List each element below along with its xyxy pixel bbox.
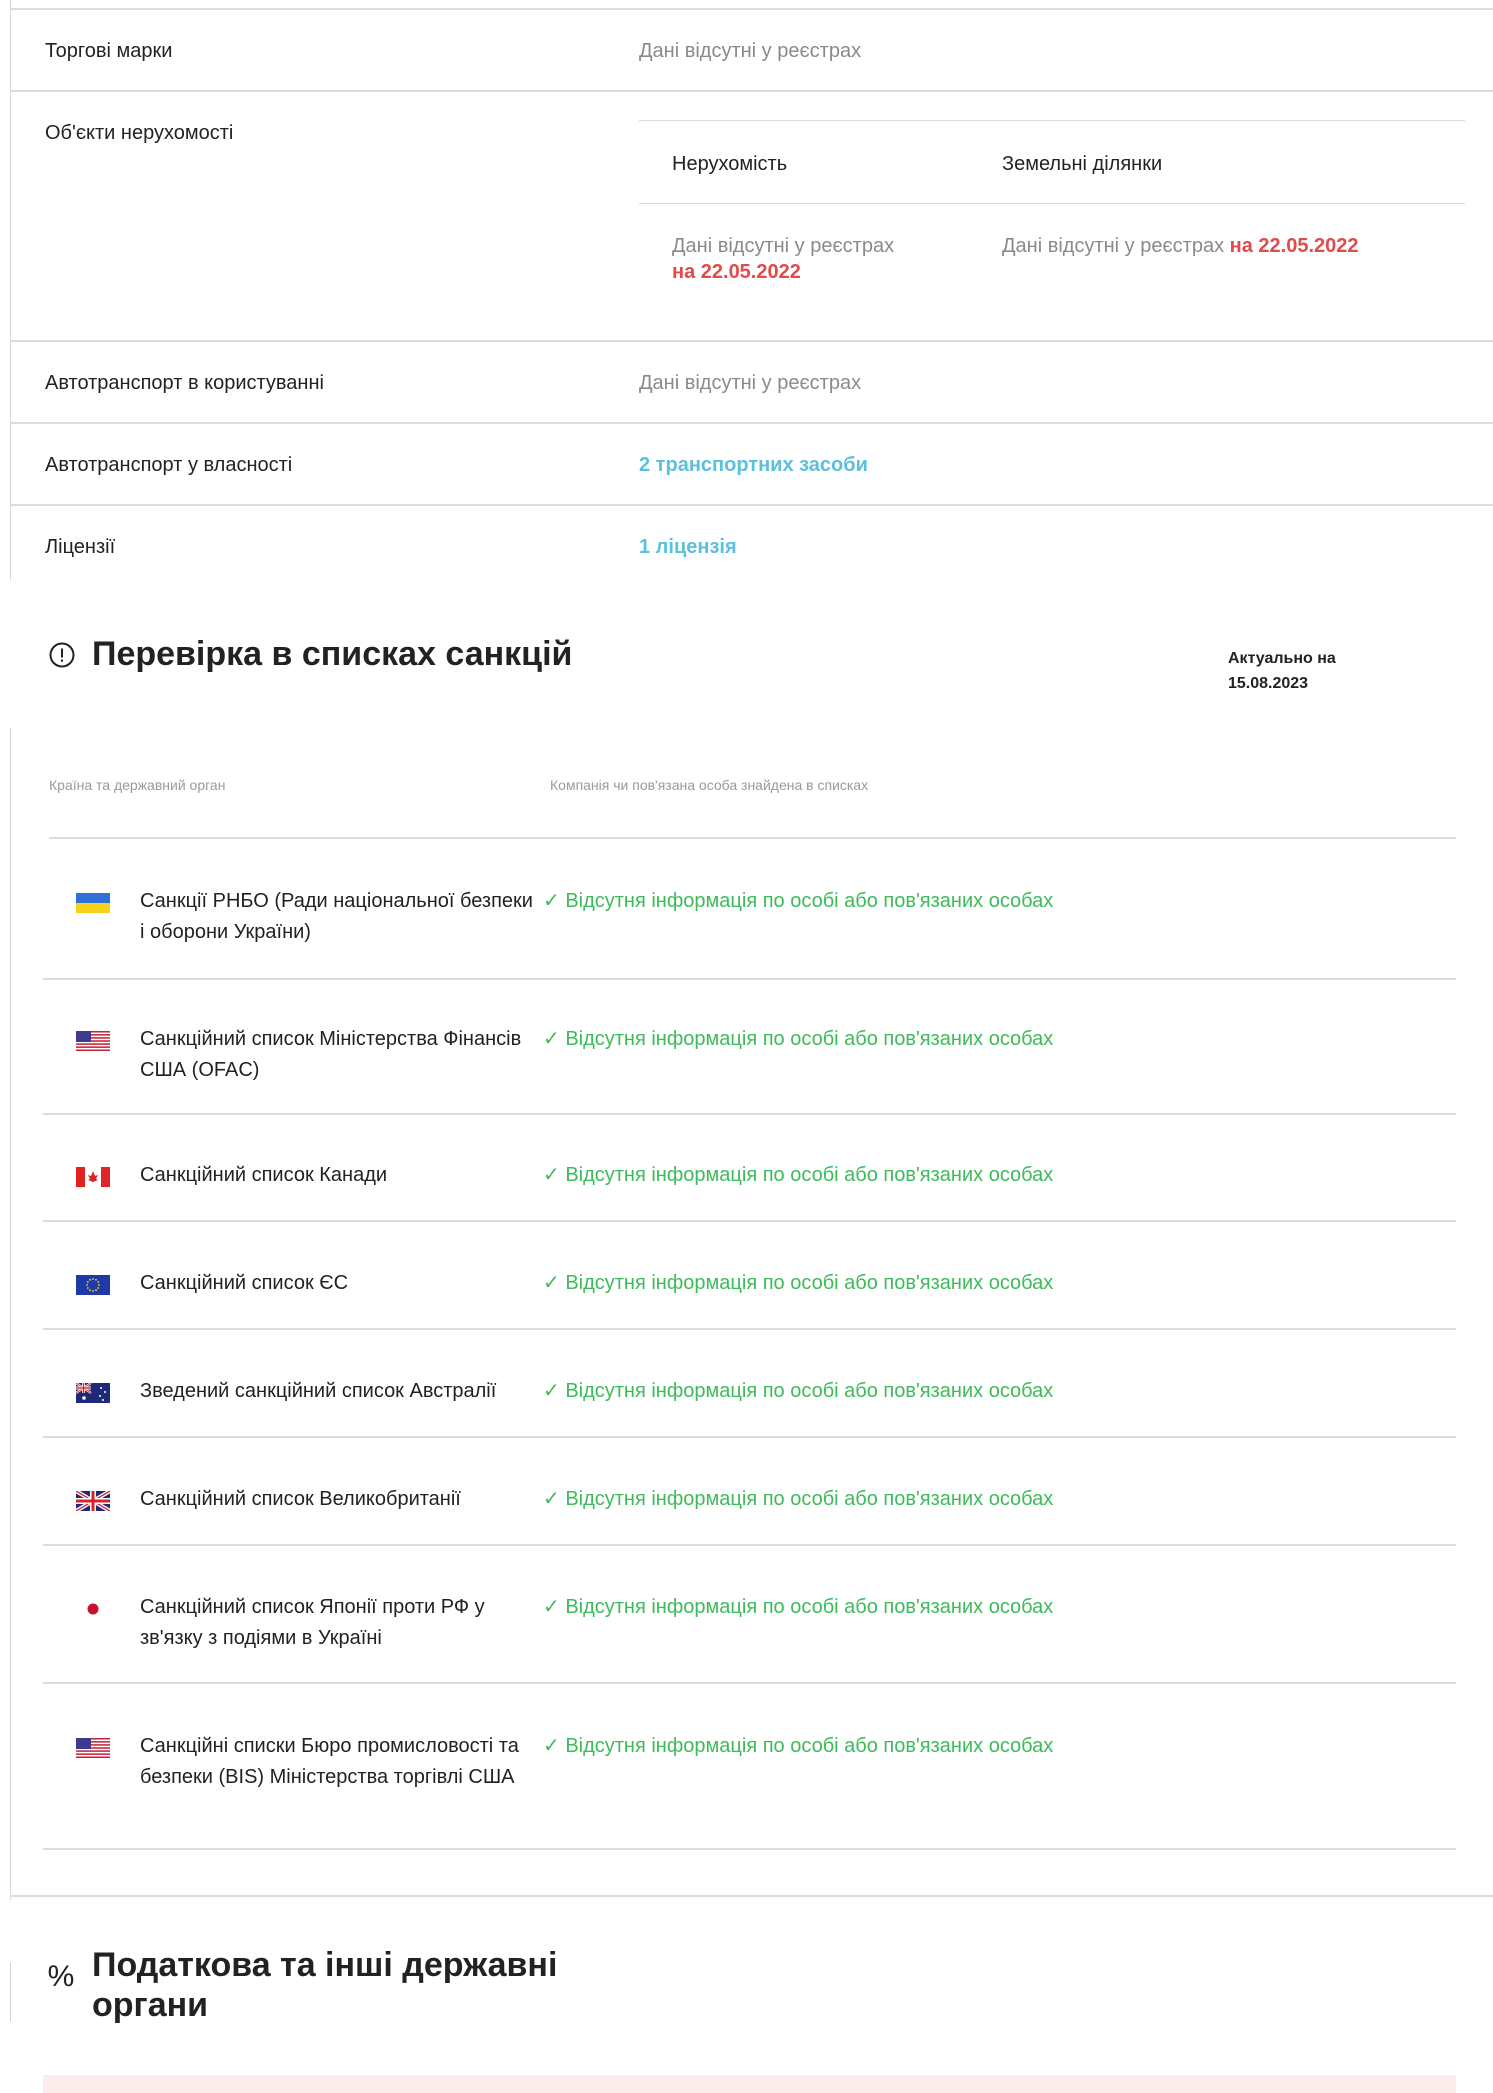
actual-date: Актуально на 15.08.2023	[1228, 650, 1336, 692]
real-estate-label: Об'єкти нерухомості	[45, 122, 234, 144]
divider	[10, 422, 1493, 424]
vehicles-own-link[interactable]: 2 транспортних засоби	[639, 454, 868, 477]
sanction-list-name: Санкційний список ЄС	[140, 1272, 349, 1294]
licenses-link[interactable]: 1 ліцензія	[639, 536, 737, 559]
trademarks-value: Дані відсутні у реєстрах	[639, 40, 862, 62]
sanction-list-name: Санкції РНБО (Ради національної безпеки …	[140, 890, 533, 943]
trademarks-label: Торгові марки	[45, 40, 173, 62]
usa-flag-icon	[76, 1031, 110, 1051]
vehicles-own-label: Автотранспорт у власності	[45, 454, 293, 476]
divider	[43, 1220, 1456, 1222]
col-header-found: Компанія чи пов'язана особа знайдена в с…	[550, 777, 869, 793]
frame-line	[10, 1962, 11, 2022]
warning-icon	[47, 640, 77, 670]
divider	[49, 837, 1456, 839]
canada-flag-icon	[76, 1167, 110, 1187]
frame-line	[10, 0, 11, 580]
sanction-list-name: Санкційні списки Бюро промисловості та б…	[140, 1735, 519, 1788]
divider	[43, 1113, 1456, 1115]
real-estate-value: Дані відсутні у реєстрах на 22.05.2022	[672, 235, 895, 283]
sanction-status: ✓ Відсутня інформація по особі або пов'я…	[543, 1488, 1054, 1510]
sanction-status: ✓ Відсутня інформація по особі або пов'я…	[543, 1735, 1054, 1757]
sanction-status: ✓ Відсутня інформація по особі або пов'я…	[543, 1028, 1054, 1050]
vehicles-use-value: Дані відсутні у реєстрах	[639, 372, 862, 394]
divider	[10, 90, 1493, 92]
sanction-status: ✓ Відсутня інформація по особі або пов'я…	[543, 1596, 1054, 1618]
col-header-country: Країна та державний орган	[49, 777, 226, 793]
divider	[639, 120, 1465, 121]
sanction-status: ✓ Відсутня інформація по особі або пов'я…	[543, 1380, 1054, 1402]
divider	[43, 1328, 1456, 1330]
sanction-status: ✓ Відсутня інформація по особі або пов'я…	[543, 1272, 1054, 1294]
divider	[10, 340, 1493, 342]
sanction-list-name: Зведений санкційний список Австралії	[140, 1380, 497, 1402]
divider	[43, 1436, 1456, 1438]
real-estate-col-head: Нерухомість	[672, 153, 788, 175]
divider	[10, 504, 1493, 506]
sanction-status: ✓ Відсутня інформація по особі або пов'я…	[543, 890, 1054, 912]
sanction-list-name: Санкційний список Міністерства Фінансів …	[140, 1028, 522, 1081]
sanction-status: ✓ Відсутня інформація по особі або пов'я…	[543, 1164, 1054, 1186]
sanction-list-name: Санкційний список Японії проти РФ у зв'я…	[140, 1596, 485, 1649]
divider	[43, 1544, 1456, 1546]
divider	[43, 1682, 1456, 1684]
tax-title: Податкова та інші державні органи	[92, 1946, 558, 2024]
licenses-label: Ліцензії	[45, 536, 116, 558]
frame-line	[10, 728, 11, 1900]
alert-banner	[43, 2075, 1456, 2093]
japan-flag-icon	[76, 1599, 110, 1619]
divider	[10, 1895, 1493, 1897]
ukraine-flag-icon	[76, 893, 110, 913]
divider	[43, 978, 1456, 980]
divider	[10, 8, 1493, 10]
australia-flag-icon	[75, 1382, 110, 1403]
divider	[639, 203, 1465, 204]
eu-flag-icon	[76, 1275, 110, 1295]
sanctions-title: Перевірка в списках санкцій	[92, 635, 573, 673]
sanction-list-name: Санкційний список Канади	[140, 1164, 388, 1186]
land-col-head: Земельні ділянки	[1002, 153, 1163, 175]
sanction-list-name: Санкційний список Великобританії	[140, 1488, 461, 1510]
land-value: Дані відсутні у реєстрах на 22.05.2022	[1002, 235, 1359, 257]
uk-flag-icon	[74, 1489, 112, 1513]
percent-icon: %	[47, 1960, 75, 1993]
vehicles-use-label: Автотранспорт в користуванні	[45, 372, 324, 394]
usa-flag-icon	[76, 1738, 110, 1758]
divider	[43, 1848, 1456, 1850]
